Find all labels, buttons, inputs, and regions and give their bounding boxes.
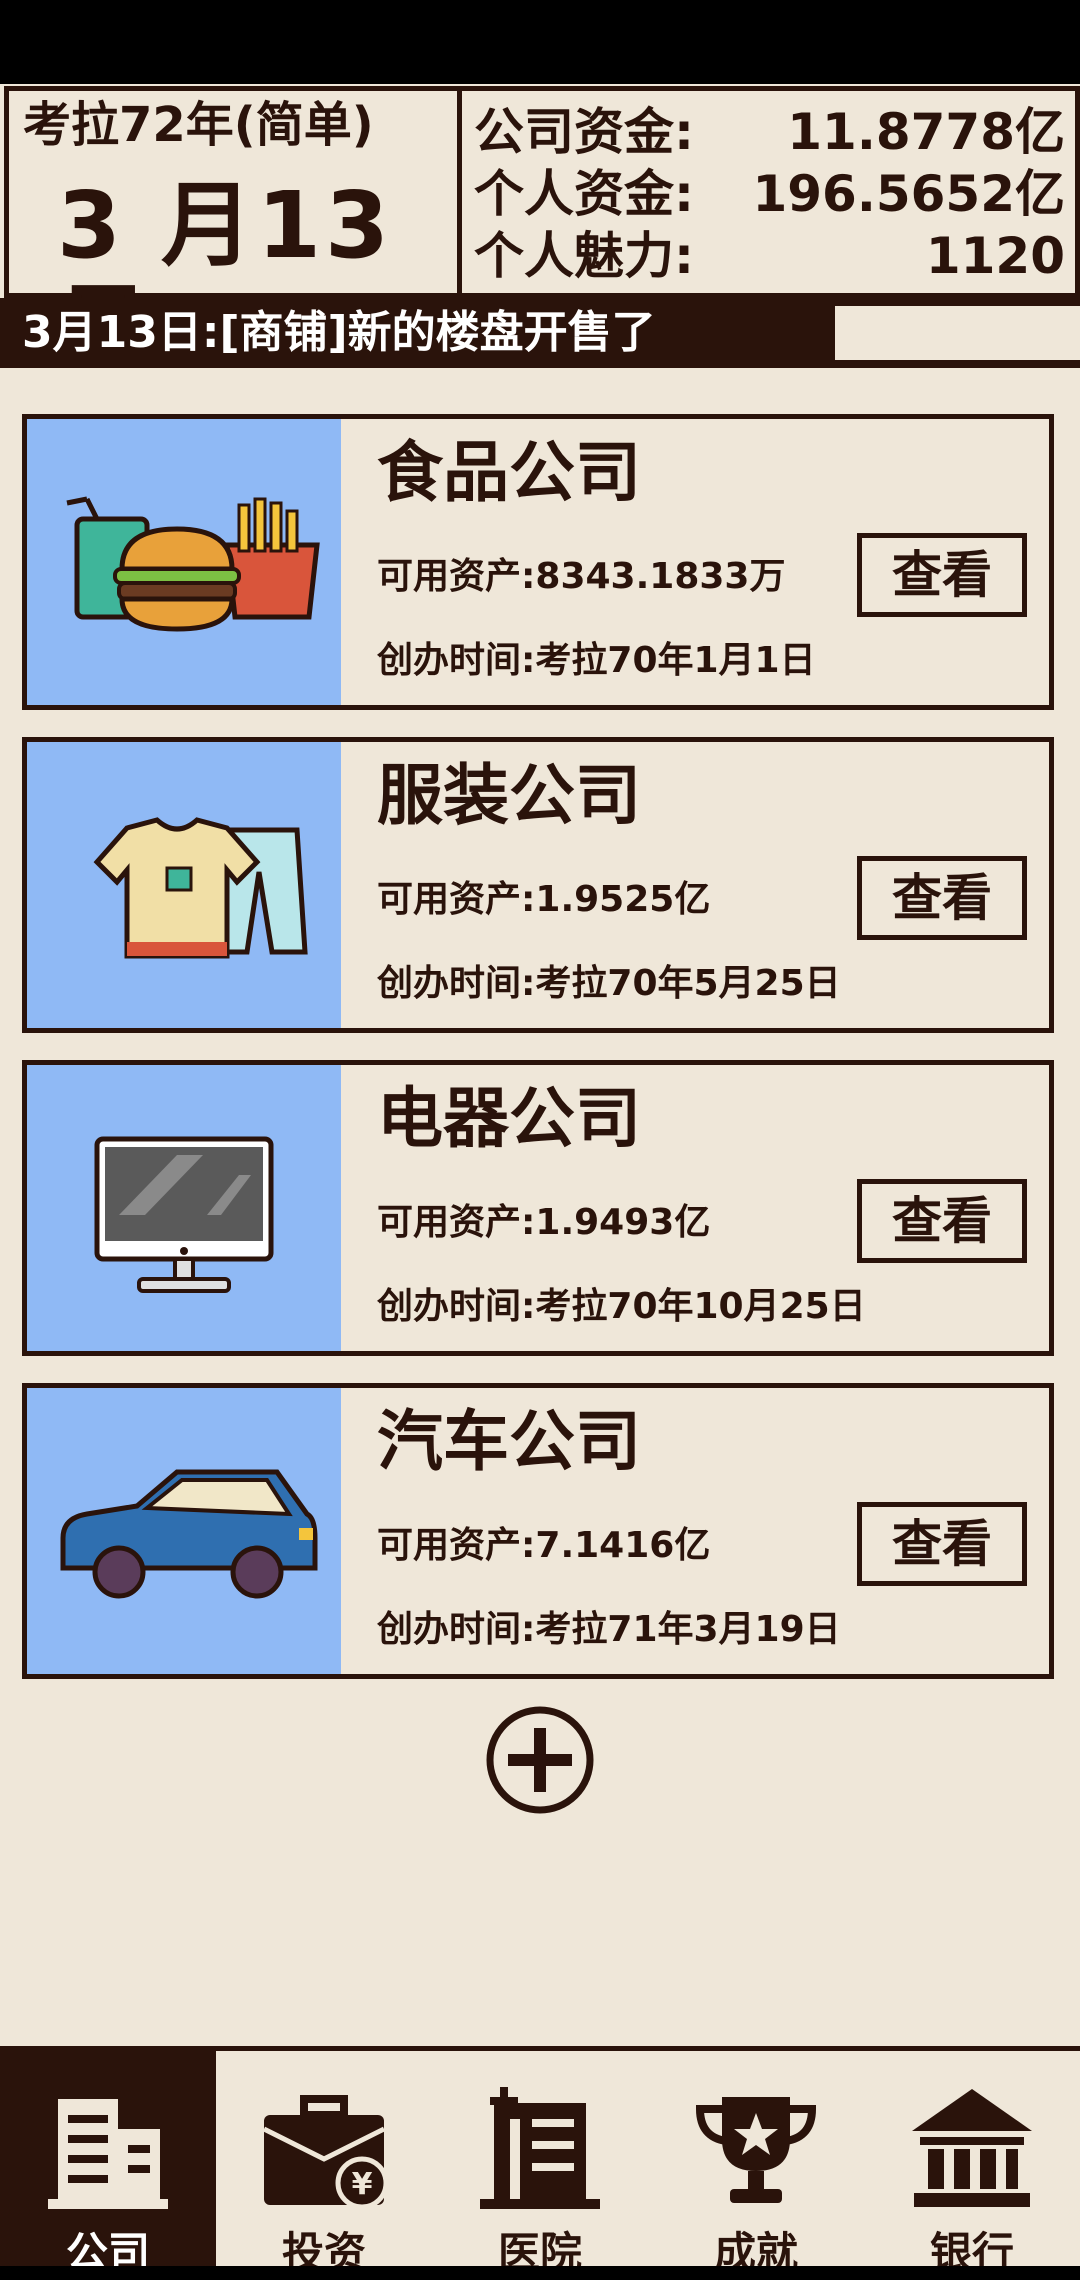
plus-circle-icon: [486, 1706, 594, 1814]
charm-label: 个人魅力:: [474, 227, 694, 285]
company-name: 食品公司: [377, 434, 641, 511]
tab-hospital[interactable]: 医院: [432, 2051, 648, 2280]
monitor-icon: [27, 1065, 341, 1351]
hospital-icon: [480, 2087, 600, 2209]
food-icon: [27, 419, 341, 705]
company-founded: 创办时间:考拉70年5月25日: [377, 963, 841, 1004]
company-assets: 可用资产:1.9493亿: [377, 1202, 711, 1243]
company-funds-label: 公司资金:: [474, 103, 694, 161]
building-icon: [48, 2099, 168, 2209]
company-card-electronics: 电器公司 可用资产:1.9493亿 创办时间:考拉70年10月25日 查看: [22, 1060, 1054, 1356]
era-label: 考拉72年(简单): [23, 97, 374, 153]
tab-company[interactable]: 公司: [0, 2051, 216, 2280]
company-card-clothing: 服装公司 可用资产:1.9525亿 创办时间:考拉70年5月25日 查看: [22, 737, 1054, 1033]
status-bar: [0, 0, 1080, 84]
news-ticker: 3月13日:[商铺]新的楼盘开售了: [0, 298, 1080, 368]
company-card-car: 汽车公司 可用资产:7.1416亿 创办时间:考拉71年3月19日 查看: [22, 1383, 1054, 1679]
bank-icon: [912, 2089, 1032, 2207]
tab-achievements[interactable]: 成就: [648, 2051, 864, 2280]
nav-bar-edge: [0, 2266, 1080, 2280]
news-text: 3月13日:[商铺]新的楼盘开售了: [22, 307, 656, 358]
company-assets: 可用资产:1.9525亿: [377, 879, 711, 920]
company-funds-value: 11.8778亿: [787, 103, 1065, 161]
company-founded: 创办时间:考拉70年1月1日: [377, 640, 816, 681]
company-funds-row: 公司资金: 11.8778亿: [474, 101, 1065, 163]
funds-panel: 公司资金: 11.8778亿 个人资金: 196.5652亿 个人魅力: 112…: [474, 91, 1065, 293]
header-panel: 考拉72年(简单) 3 月13 日 公司资金: 11.8778亿 个人资金: 1…: [4, 86, 1080, 378]
bottom-nav: 公司 ¥ 投资 医院 成就 银行: [0, 2046, 1080, 2280]
view-button[interactable]: 查看: [857, 856, 1027, 940]
tab-investment[interactable]: ¥ 投资: [216, 2051, 432, 2280]
personal-funds-value: 196.5652亿: [752, 165, 1065, 223]
personal-funds-row: 个人资金: 196.5652亿: [474, 163, 1065, 225]
company-name: 汽车公司: [377, 1403, 641, 1480]
company-assets: 可用资产:8343.1833万: [377, 556, 786, 597]
personal-funds-label: 个人资金:: [474, 165, 694, 223]
tab-bank[interactable]: 银行: [864, 2051, 1080, 2280]
view-button[interactable]: 查看: [857, 1502, 1027, 1586]
view-button[interactable]: 查看: [857, 533, 1027, 617]
charm-row: 个人魅力: 1120: [474, 225, 1065, 287]
add-company-button[interactable]: [484, 1704, 596, 1816]
car-icon: [27, 1388, 341, 1674]
clothing-icon: [27, 742, 341, 1028]
company-founded: 创办时间:考拉70年10月25日: [377, 1286, 866, 1327]
view-button[interactable]: 查看: [857, 1179, 1027, 1263]
company-name: 电器公司: [377, 1080, 641, 1157]
header-divider: [457, 91, 462, 293]
company-founded: 创办时间:考拉71年3月19日: [377, 1609, 841, 1650]
svg-text:¥: ¥: [352, 2167, 373, 2202]
charm-value: 1120: [925, 227, 1065, 285]
company-card-food: 食品公司 可用资产:8343.1833万 创办时间:考拉70年1月1日 查看: [22, 414, 1054, 710]
news-slot: [835, 306, 1080, 360]
briefcase-yen-icon: ¥: [262, 2095, 389, 2210]
company-name: 服装公司: [377, 757, 641, 834]
date-panel: 考拉72年(简单) 3 月13 日: [9, 91, 457, 378]
company-assets: 可用资产:7.1416亿: [377, 1525, 711, 1566]
trophy-icon: [695, 2097, 817, 2203]
